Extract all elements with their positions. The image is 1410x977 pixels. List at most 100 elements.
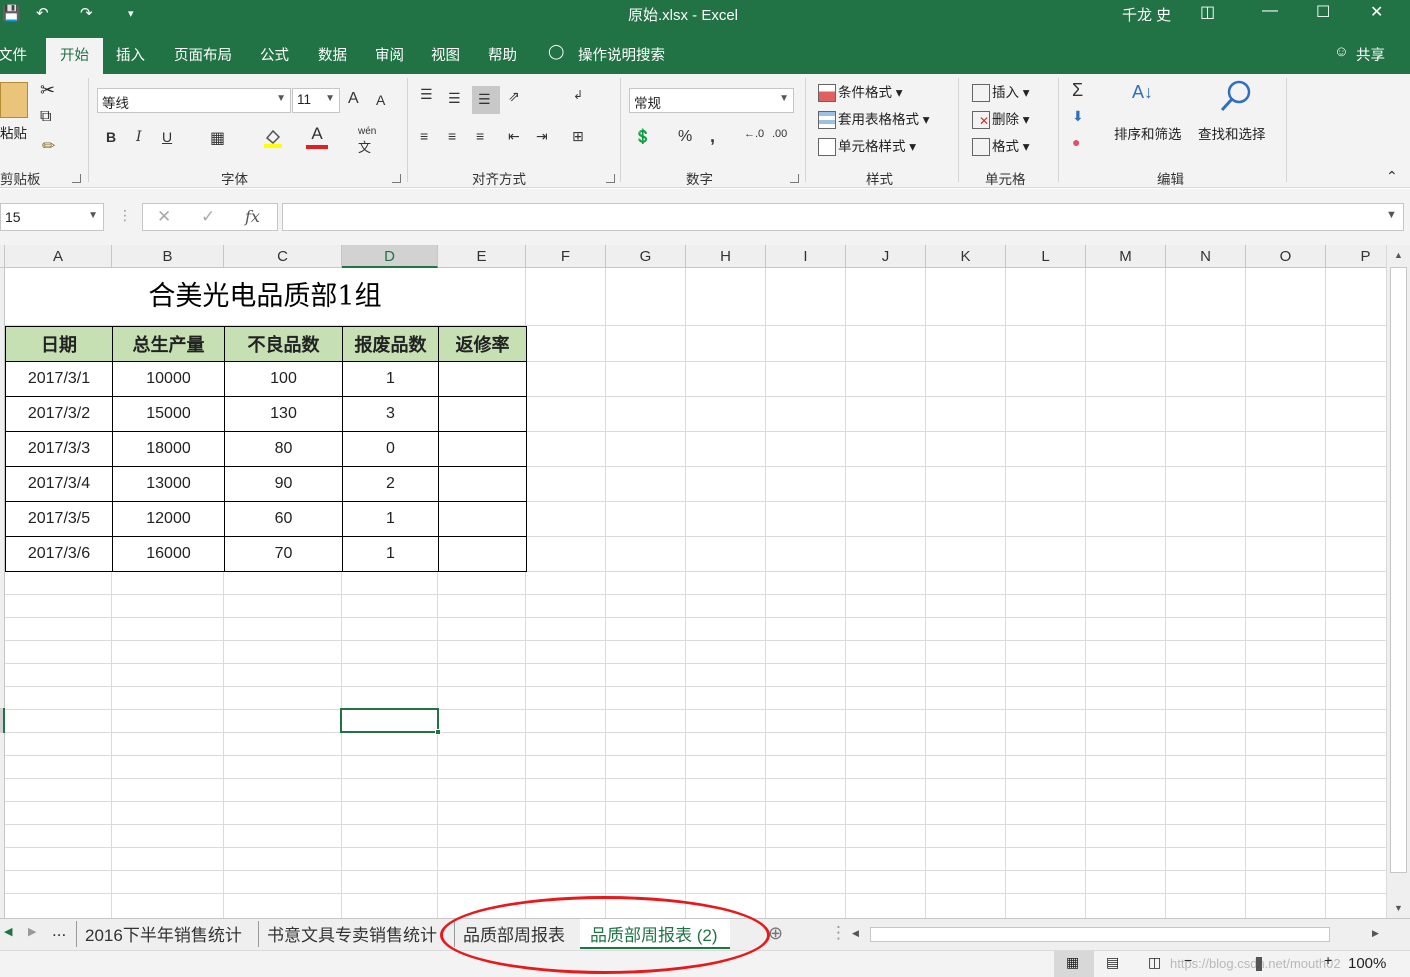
table-cell[interactable] (438, 431, 527, 467)
grow-font-icon[interactable]: A (348, 90, 359, 108)
table-cell[interactable]: 1 (342, 501, 439, 537)
table-cell[interactable]: 12000 (112, 501, 225, 537)
minimize-button[interactable]: — (1262, 2, 1278, 20)
align-middle-icon[interactable]: ☰ (448, 90, 461, 107)
table-cell[interactable]: 100 (224, 361, 343, 397)
underline-button[interactable]: U (162, 129, 172, 145)
fill-color-icon[interactable] (262, 126, 284, 148)
table-cell[interactable] (438, 361, 527, 397)
tell-me-search[interactable]: 操作说明搜索 (578, 44, 665, 65)
tab-view[interactable]: 视图 (431, 44, 460, 65)
column-header[interactable]: B (112, 245, 224, 268)
delete-cells-button[interactable]: ✕ 删除 ▾ (972, 108, 1030, 130)
undo-icon[interactable]: ↶ (36, 4, 49, 22)
conditional-formatting-button[interactable]: 条件格式 ▾ (818, 81, 903, 103)
alignment-launcher-icon[interactable] (606, 174, 615, 183)
column-header[interactable]: N (1166, 245, 1246, 268)
format-as-table-button[interactable]: 套用表格格式 ▾ (818, 108, 930, 130)
table-cell[interactable] (438, 466, 527, 502)
horizontal-scroll-thumb[interactable] (870, 927, 1330, 942)
table-cell[interactable]: 18000 (112, 431, 225, 467)
zoom-out-button[interactable]: − (1184, 952, 1192, 968)
table-cell[interactable]: 80 (224, 431, 343, 467)
maximize-button[interactable]: ☐ (1316, 2, 1330, 22)
column-header[interactable]: E (438, 245, 526, 268)
table-cell[interactable]: 2 (342, 466, 439, 502)
merge-center-icon[interactable]: ⊞ (572, 128, 584, 145)
sheet-tab[interactable]: 2016下半年销售统计 (76, 921, 246, 947)
zoom-level[interactable]: 100% (1348, 955, 1386, 972)
autosum-button[interactable]: Σ (1072, 80, 1083, 101)
cell-styles-button[interactable]: 单元格样式 ▾ (818, 135, 916, 157)
find-select-button[interactable]: 查找和选择 (1198, 123, 1266, 143)
scroll-right-icon[interactable]: ▶ (1372, 928, 1379, 939)
table-header-rework-rate[interactable]: 返修率 (438, 326, 527, 362)
align-right-icon[interactable]: ≡ (476, 128, 484, 144)
customize-qat-icon[interactable]: ▾ (128, 7, 134, 20)
phonetic-guide-icon[interactable]: wén 文 (358, 126, 376, 156)
increase-decimal-icon[interactable]: ←.0 (744, 128, 764, 140)
table-cell[interactable]: 60 (224, 501, 343, 537)
accounting-format-icon[interactable]: 💲 (634, 128, 651, 145)
table-cell[interactable] (438, 396, 527, 432)
tab-home[interactable]: 开始 (46, 38, 103, 74)
format-cells-button[interactable]: 格式 ▾ (972, 135, 1030, 157)
expand-formula-bar-icon[interactable]: ▼ (1386, 209, 1397, 221)
ribbon-display-options-icon[interactable]: ◫ (1200, 2, 1215, 22)
table-cell[interactable]: 2017/3/5 (5, 501, 113, 537)
sheet-tabs-more[interactable]: ... (48, 921, 70, 947)
insert-cells-button[interactable]: 插入 ▾ (972, 81, 1030, 103)
clear-icon[interactable]: ● (1072, 134, 1080, 150)
sheet-tab[interactable]: 品质部周报表 (454, 921, 569, 947)
sheet-tab[interactable]: 书意文具专卖销售统计 (258, 921, 441, 947)
table-cell[interactable]: 10000 (112, 361, 225, 397)
table-header-scrap[interactable]: 报废品数 (342, 326, 439, 362)
comma-style-button[interactable]: , (710, 126, 715, 147)
wrap-text-icon[interactable]: ↲ (573, 88, 583, 102)
decrease-decimal-icon[interactable]: .00 (772, 128, 787, 140)
font-name-combo[interactable]: 等线 ▼ (97, 88, 291, 113)
scroll-up-icon[interactable]: ▲ (1394, 250, 1403, 260)
column-header[interactable]: C (224, 245, 342, 268)
sort-filter-button[interactable]: 排序和筛选 (1114, 123, 1182, 143)
number-launcher-icon[interactable] (790, 174, 799, 183)
tab-help[interactable]: 帮助 (488, 44, 517, 65)
column-header[interactable]: F (526, 245, 606, 268)
table-cell[interactable]: 1 (342, 361, 439, 397)
column-header[interactable]: K (926, 245, 1006, 268)
table-cell[interactable]: 90 (224, 466, 343, 502)
insert-function-button[interactable]: fx (245, 207, 260, 226)
sort-filter-icon[interactable]: A↓ (1132, 82, 1153, 103)
sheet-scroll-right-icon[interactable]: ▶ (24, 925, 40, 951)
paste-button[interactable]: 粘贴 (0, 122, 27, 142)
table-cell[interactable]: 2017/3/3 (5, 431, 113, 467)
user-name[interactable]: 千龙 史 (1122, 4, 1171, 25)
column-header[interactable]: J (846, 245, 926, 268)
scroll-down-icon[interactable]: ▼ (1394, 903, 1403, 913)
tab-file[interactable]: 文件 (0, 44, 27, 65)
tab-formulas[interactable]: 公式 (260, 44, 289, 65)
column-header[interactable]: P (1326, 245, 1386, 268)
tab-insert[interactable]: 插入 (116, 44, 145, 65)
enter-icon[interactable]: ✓ (201, 207, 215, 227)
vertical-scroll-thumb[interactable] (1390, 267, 1407, 873)
table-header-output[interactable]: 总生产量 (112, 326, 225, 362)
horizontal-scrollbar[interactable]: ◀ ▶ (848, 925, 1386, 945)
align-top-icon[interactable]: ☰ (420, 86, 433, 103)
fill-handle[interactable] (435, 729, 441, 735)
column-header[interactable]: A (5, 245, 112, 268)
shrink-font-icon[interactable]: A (376, 92, 385, 108)
align-left-icon[interactable]: ≡ (420, 128, 428, 144)
name-box[interactable]: 15 ▼ (0, 203, 104, 231)
column-header[interactable]: G (606, 245, 686, 268)
table-cell[interactable]: 2017/3/6 (5, 536, 113, 572)
cancel-icon[interactable]: ✕ (157, 207, 171, 227)
scroll-left-icon[interactable]: ◀ (852, 928, 859, 939)
column-header[interactable]: O (1246, 245, 1326, 268)
sheet-title-cell[interactable]: 合美光电品质部1组 (5, 268, 525, 325)
bold-button[interactable]: B (106, 129, 116, 145)
table-cell[interactable]: 2017/3/4 (5, 466, 113, 502)
worksheet-grid[interactable]: A B C D E F G H I J K L M N O P 合美光电品质部1… (0, 245, 1386, 918)
table-cell[interactable] (438, 501, 527, 537)
column-header[interactable]: L (1006, 245, 1086, 268)
